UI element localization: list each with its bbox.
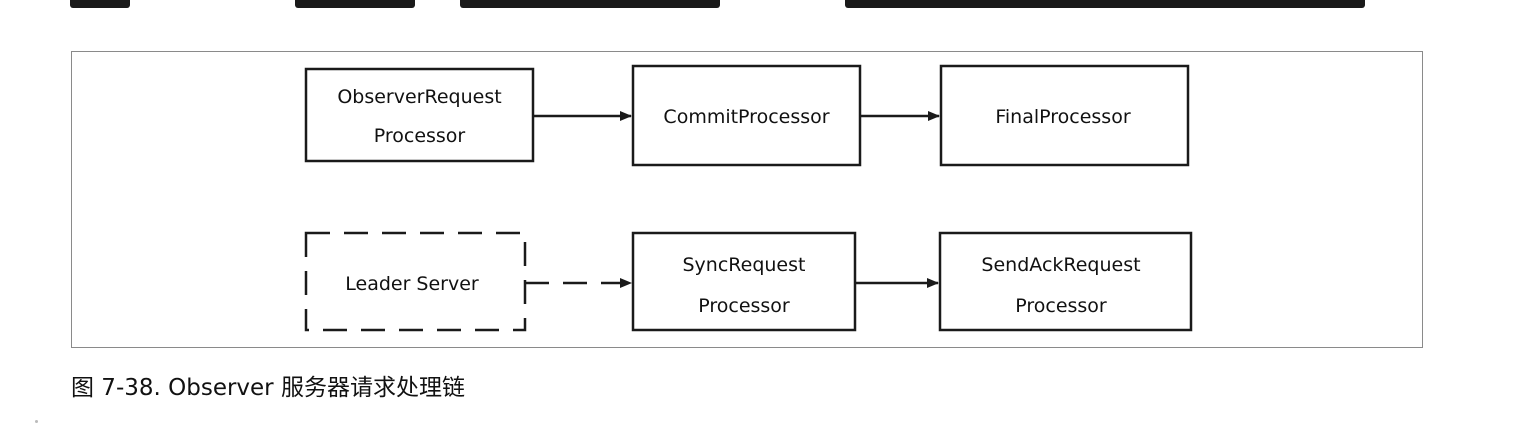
box-label-line1: SendAckRequest [981,254,1140,276]
box-leader-server: Leader Server [304,231,527,332]
box-label-line2: Processor [1015,295,1107,317]
box-observer-request-processor: ObserverRequest Processor [304,67,535,163]
box-label-line1: FinalProcessor [995,106,1130,128]
scan-speck [35,420,38,423]
box-final-processor: FinalProcessor [939,64,1190,167]
box-label-line2: Processor [698,295,790,317]
box-label-line1: ObserverRequest [337,86,501,108]
box-commit-processor: CommitProcessor [631,64,862,167]
figure-caption: 图 7-38. Observer 服务器请求处理链 [71,375,465,401]
box-label-line1: CommitProcessor [663,106,829,128]
box-sync-request-processor: SyncRequest Processor [631,231,857,332]
box-label-line2: Processor [374,125,466,147]
box-label-line1: SyncRequest [683,254,806,276]
box-label-line1: Leader Server [345,273,479,295]
box-send-ack-request-processor: SendAckRequest Processor [938,231,1193,332]
